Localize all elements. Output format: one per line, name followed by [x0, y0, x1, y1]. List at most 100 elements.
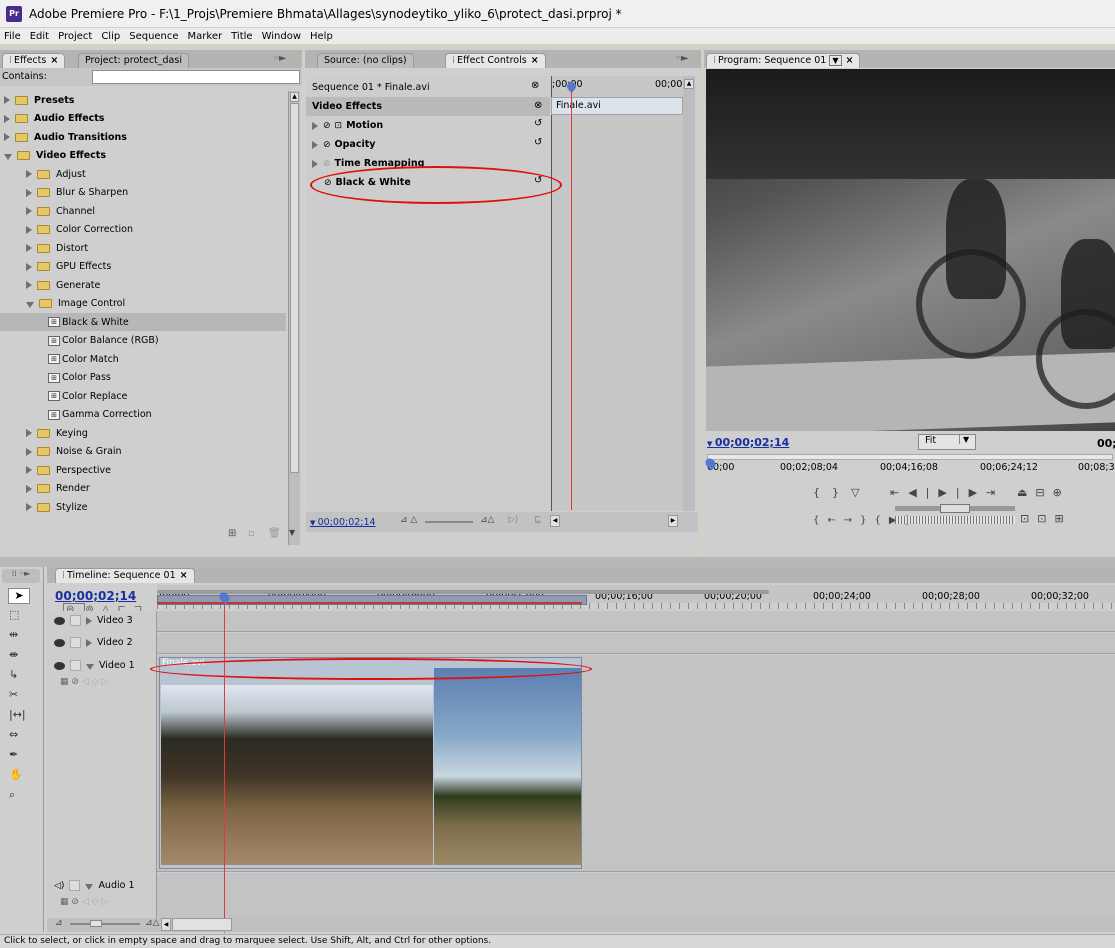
effects-scrollbar[interactable]: ▲ [288, 91, 300, 545]
tree-item[interactable]: Color Correction [0, 221, 286, 239]
razor-tool-icon[interactable]: ✂ [9, 688, 18, 701]
slip-tool-icon[interactable]: |↔| [9, 708, 26, 721]
tree-item[interactable]: Perspective [0, 461, 286, 479]
program-timecode[interactable]: ▼ 00;00;02;14 [707, 436, 789, 449]
effect-motion[interactable]: Motion [346, 120, 383, 131]
expand-icon[interactable] [26, 484, 32, 493]
show-timeline-icon[interactable]: ⊗ [531, 80, 539, 91]
tree-item[interactable]: Noise & Grain [0, 443, 286, 461]
expand-icon[interactable] [26, 262, 32, 271]
track-header-video-1[interactable]: Video 1 [54, 660, 157, 671]
collapse-icon[interactable] [4, 153, 12, 160]
tools-tab[interactable]: ⁞⁞ ◦► [2, 569, 40, 583]
jog-wheel[interactable] [895, 516, 1015, 524]
eye-icon[interactable] [54, 661, 65, 670]
lock-toggle[interactable] [70, 615, 81, 626]
expand-icon[interactable] [26, 281, 32, 289]
trim-icon[interactable]: ⊞ [1054, 512, 1071, 525]
extract-icon[interactable]: ⊟ [1035, 486, 1052, 499]
fx-toggle-icon[interactable]: ⊘ [323, 159, 331, 169]
step-back-icon[interactable]: ◀| [908, 486, 938, 499]
effect-opacity[interactable]: Opacity [335, 139, 376, 150]
tree-item[interactable]: Distort [0, 239, 286, 257]
go-to-out-icon[interactable]: ⇥ [986, 486, 1004, 499]
ec-scrollbar[interactable]: ▲ [683, 76, 695, 511]
scroll-down-icon[interactable]: ▼ [289, 528, 295, 537]
reset-icon[interactable]: ↺ [534, 137, 542, 148]
scroll-up-icon[interactable]: ▲ [684, 79, 694, 89]
scroll-thumb[interactable] [290, 103, 299, 473]
expand-icon[interactable] [312, 159, 318, 168]
timeline-timecode[interactable]: 00;00;02;14 [55, 589, 136, 603]
timeline-scroll-thumb[interactable] [172, 918, 232, 931]
loop-icon[interactable]: ⊑ [534, 515, 542, 525]
close-icon[interactable]: × [846, 55, 854, 66]
export-frame-icon[interactable]: ⊕ [1053, 486, 1070, 499]
motion-icon[interactable]: ⊡ [335, 121, 343, 131]
tree-item[interactable]: Keying [0, 424, 286, 442]
tree-item[interactable]: Image Control [0, 295, 286, 313]
close-icon[interactable]: × [50, 55, 58, 66]
tree-item[interactable]: ⊞ Color Balance (RGB) [0, 332, 286, 350]
scroll-left-icon[interactable]: ◀ [550, 515, 560, 527]
ripple-edit-tool-icon[interactable]: ⇹ [9, 628, 18, 641]
overwrite-icon[interactable]: ⊡ [1020, 512, 1037, 525]
track-video-3[interactable] [157, 611, 1115, 632]
dropdown-icon[interactable]: ▼ [829, 55, 842, 66]
tree-item[interactable]: Video Effects [0, 147, 286, 165]
play-icon[interactable]: ▶ [938, 486, 955, 499]
expand-icon[interactable] [26, 447, 32, 456]
step-forward-icon[interactable]: |▶ [956, 486, 986, 499]
expand-icon[interactable] [86, 616, 92, 625]
tree-item[interactable]: ⊞ Gamma Correction [0, 406, 286, 424]
lift-icon[interactable]: ⏏ [1017, 486, 1035, 499]
collapse-icon[interactable] [85, 883, 94, 890]
new-bin-icon[interactable]: ⊞ [228, 528, 236, 539]
expand-icon[interactable] [4, 114, 10, 123]
menu-sequence[interactable]: Sequence [129, 31, 178, 42]
lock-toggle[interactable] [70, 637, 81, 648]
go-to-in-icon[interactable]: ⇤ [890, 486, 908, 499]
expand-icon[interactable] [26, 225, 32, 234]
close-icon[interactable]: × [180, 570, 188, 581]
tree-item[interactable]: Presets [0, 91, 286, 109]
fit-dropdown[interactable]: Fit ▼ [918, 434, 976, 450]
fx-toggle-icon[interactable]: ⊘ [323, 121, 331, 131]
eye-icon[interactable] [54, 638, 65, 647]
mark-in-icon[interactable]: { [813, 486, 832, 499]
close-icon[interactable]: × [531, 55, 539, 66]
expand-icon[interactable] [312, 121, 318, 130]
work-area-bar[interactable] [157, 590, 769, 594]
shuttle-slider[interactable] [895, 504, 1015, 513]
insert-icon[interactable]: ⊡ [1037, 512, 1054, 525]
rolling-edit-tool-icon[interactable]: ⇼ [9, 648, 18, 661]
scroll-left-icon[interactable]: ◀ [161, 918, 171, 931]
effects-search-input[interactable] [92, 70, 300, 84]
program-scrub-bar[interactable] [707, 454, 1113, 460]
selection-tool-icon[interactable]: ➤ [8, 588, 30, 604]
panel-menu-icon[interactable]: ◦► [675, 53, 689, 64]
tree-item[interactable]: Audio Transitions [0, 128, 286, 146]
eye-icon[interactable] [54, 616, 65, 625]
track-header-video-2[interactable]: Video 2 [54, 637, 157, 648]
lock-toggle[interactable] [70, 660, 81, 671]
tree-item[interactable]: Channel [0, 202, 286, 220]
scroll-right-icon[interactable]: ▶ [668, 515, 678, 527]
go-to-next-edit-icon[interactable]: →} [844, 515, 875, 526]
expand-icon[interactable] [86, 638, 92, 647]
menu-marker[interactable]: Marker [188, 31, 223, 42]
lock-toggle[interactable] [69, 880, 81, 891]
expand-icon[interactable] [26, 207, 32, 215]
zoom-in-icon[interactable]: ⊿△ [480, 515, 494, 525]
track-header-video-3[interactable]: Video 3 [54, 615, 157, 626]
expand-icon[interactable] [26, 170, 32, 178]
tree-item[interactable]: Stylize [0, 498, 286, 516]
menu-title[interactable]: Title [231, 31, 252, 42]
slide-tool-icon[interactable]: ⇔ [9, 728, 18, 741]
track-select-tool-icon[interactable]: ⬚ [9, 608, 19, 621]
expand-icon[interactable] [26, 466, 32, 474]
expand-icon[interactable] [4, 133, 10, 141]
marker-icon[interactable]: ▽ [851, 486, 871, 499]
menu-project[interactable]: Project [58, 31, 92, 42]
video1-display-style-icon[interactable]: ▦ ⊘ ◁ ◇ ▷ [60, 677, 108, 687]
